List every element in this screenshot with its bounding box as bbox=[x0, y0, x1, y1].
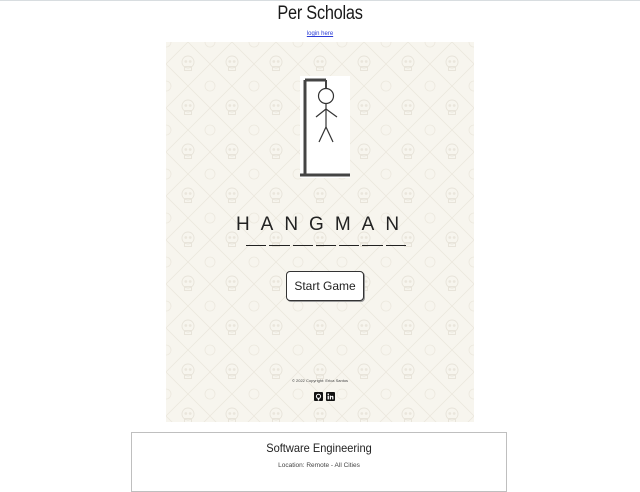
hangman-gallows-figure bbox=[300, 76, 350, 178]
word-blanks bbox=[246, 244, 406, 248]
job-listing-card[interactable]: Software Engineering Location: Remote - … bbox=[131, 432, 507, 492]
game-title: HANGMAN bbox=[235, 214, 411, 235]
job-location: Location: Remote - All Cities bbox=[278, 462, 360, 469]
login-link[interactable]: login here bbox=[0, 31, 640, 37]
site-title: Per Scholas bbox=[277, 3, 363, 24]
start-game-button[interactable]: Start Game bbox=[286, 271, 364, 301]
hangman-game-panel: HANGMAN Start Game © 2022 Copyright: Eri… bbox=[166, 42, 474, 422]
copyright-text: © 2022 Copyright: Erica Santos bbox=[291, 378, 349, 383]
social-links bbox=[314, 388, 335, 401]
letter-blank bbox=[385, 245, 406, 246]
letter-blank bbox=[339, 245, 360, 246]
letter-blank bbox=[292, 245, 313, 246]
letter-blank bbox=[315, 245, 337, 246]
github-icon[interactable] bbox=[314, 388, 323, 401]
letter-blank bbox=[362, 245, 383, 246]
letter-blank bbox=[269, 245, 290, 246]
top-divider bbox=[0, 0, 640, 1]
linkedin-icon[interactable] bbox=[326, 388, 335, 401]
letter-blank bbox=[246, 245, 267, 246]
job-title: Software Engineering bbox=[266, 441, 372, 455]
